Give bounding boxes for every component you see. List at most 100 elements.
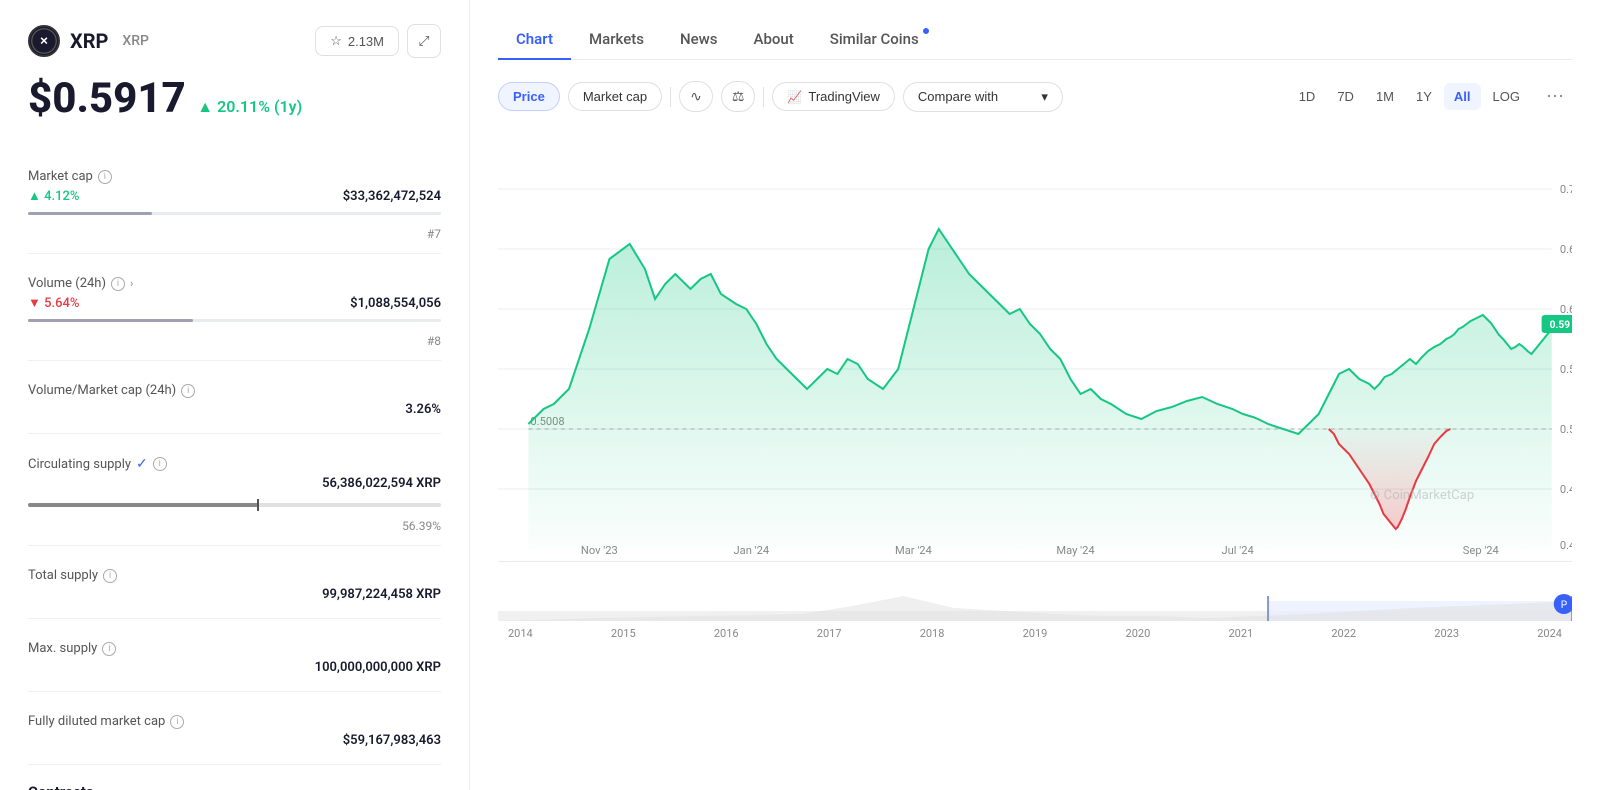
tab-news[interactable]: News: [662, 20, 736, 60]
time-1y[interactable]: 1Y: [1406, 83, 1442, 110]
volume-label: Volume (24h): [28, 276, 106, 291]
svg-text:Sep '24: Sep '24: [1463, 544, 1499, 557]
line-chart-button[interactable]: ∿: [679, 81, 713, 112]
year-2018: 2018: [920, 627, 945, 640]
max-supply-value: 100,000,000,000 XRP: [315, 660, 441, 675]
tab-markets[interactable]: Markets: [571, 20, 662, 60]
coin-ticker: XRP: [122, 33, 149, 49]
tab-markets-label: Markets: [589, 30, 644, 48]
year-2015: 2015: [611, 627, 636, 640]
svg-text:0.59: 0.59: [1550, 320, 1571, 331]
volume-row: Volume (24h) i › ▼ 5.64% $1,088,554,056 …: [28, 254, 441, 361]
volume-value: $1,088,554,056: [350, 296, 441, 311]
watch-button[interactable]: ☆ 2.13M: [315, 26, 399, 56]
time-1m[interactable]: 1M: [1366, 83, 1404, 110]
notification-dot: [923, 28, 929, 34]
svg-text:0.55: 0.55: [1560, 363, 1572, 376]
volume-rank: #8: [28, 334, 441, 348]
share-button[interactable]: ⤢: [407, 24, 441, 58]
vol-market-cap-row: Volume/Market cap (24h) i 3.26%: [28, 361, 441, 434]
price-value: $0.5917: [28, 74, 186, 123]
star-icon: ☆: [330, 33, 342, 49]
timeline-labels: 2014 2015 2016 2017 2018 2019 2020 2021 …: [498, 625, 1572, 640]
market-cap-filter-label: Market cap: [583, 89, 647, 104]
price-filter-button[interactable]: Price: [498, 82, 560, 111]
total-supply-value: 99,987,224,458 XRP: [322, 587, 441, 602]
svg-text:0.45: 0.45: [1560, 483, 1572, 496]
time-7d[interactable]: 7D: [1327, 83, 1364, 110]
market-cap-label: Market cap: [28, 169, 93, 184]
svg-text:0.40: 0.40: [1560, 539, 1572, 552]
vol-market-cap-info[interactable]: i: [181, 384, 195, 398]
tab-news-label: News: [680, 30, 718, 48]
chart-area: 0.5008 0.70 0.65 0.60 0.55 0.50 0.45 0.4…: [498, 129, 1572, 640]
main-chart-svg: 0.5008 0.70 0.65 0.60 0.55 0.50 0.45 0.4…: [498, 129, 1572, 559]
verified-icon: ✓: [136, 456, 148, 472]
market-cap-change: ▲ 4.12%: [28, 188, 79, 204]
market-cap-info[interactable]: i: [98, 170, 112, 184]
tab-about[interactable]: About: [736, 20, 812, 60]
chart-controls: Price Market cap ∿ ⚖ 📈 TradingView Compa…: [498, 80, 1572, 113]
line-chart-icon: ∿: [690, 88, 702, 105]
circulating-supply-pct: 56.39%: [28, 519, 441, 533]
candle-chart-button[interactable]: ⚖: [721, 81, 756, 112]
fully-diluted-row: Fully diluted market cap i $59,167,983,4…: [28, 692, 441, 765]
svg-text:Jan '24: Jan '24: [734, 544, 770, 557]
svg-text:0.70: 0.70: [1560, 183, 1572, 196]
share-icon: ⤢: [419, 33, 430, 49]
time-controls: 1D 7D 1M 1Y All LOG: [1289, 83, 1530, 110]
compare-button[interactable]: Compare with ▾: [903, 82, 1063, 112]
right-panel: Chart Markets News About Similar Coins P…: [470, 0, 1600, 790]
tab-similar-coins[interactable]: Similar Coins: [812, 20, 937, 60]
time-log[interactable]: LOG: [1483, 83, 1530, 110]
market-cap-filter-button[interactable]: Market cap: [568, 82, 662, 111]
stats-section: Market cap i ▲ 4.12% $33,362,472,524 #7 …: [28, 147, 441, 765]
total-supply-row: Total supply i 99,987,224,458 XRP: [28, 546, 441, 619]
circulating-supply-label: Circulating supply: [28, 457, 131, 472]
tab-chart[interactable]: Chart: [498, 20, 571, 60]
total-supply-info[interactable]: i: [103, 569, 117, 583]
svg-text:P: P: [1561, 600, 1567, 611]
volume-expand[interactable]: ›: [130, 277, 133, 290]
year-2014: 2014: [508, 627, 533, 640]
time-all[interactable]: All: [1444, 83, 1481, 110]
chart-more-button[interactable]: ⋯: [1538, 80, 1572, 113]
watch-count: 2.13M: [348, 34, 384, 49]
mini-chart-svg: P: [498, 566, 1572, 621]
divider-2: [763, 87, 764, 107]
fully-diluted-info[interactable]: i: [170, 715, 184, 729]
mini-chart: P 2014 2015 2016 2017 2018 2019 2020 202…: [498, 561, 1572, 640]
year-2024: 2024: [1537, 627, 1562, 640]
year-2019: 2019: [1023, 627, 1048, 640]
year-2016: 2016: [714, 627, 739, 640]
main-tabs: Chart Markets News About Similar Coins: [498, 20, 1572, 60]
vol-market-cap-label: Volume/Market cap (24h): [28, 383, 176, 398]
svg-text:Mar '24: Mar '24: [895, 544, 932, 557]
circulating-supply-info[interactable]: i: [153, 457, 167, 471]
fully-diluted-value: $59,167,983,463: [343, 733, 441, 748]
trading-view-button[interactable]: 📈 TradingView: [772, 82, 895, 111]
coin-actions: ☆ 2.13M ⤢: [315, 24, 441, 58]
svg-text:0.65: 0.65: [1560, 243, 1572, 256]
svg-text:May '24: May '24: [1056, 544, 1094, 557]
svg-text:✕: ✕: [40, 35, 49, 48]
tv-icon: 📈: [787, 90, 802, 104]
candle-chart-icon: ⚖: [732, 88, 745, 105]
svg-text:Nov '23: Nov '23: [581, 544, 618, 557]
contracts-section: Contracts B BNB Smart Chain (BEP20): 0x1…: [28, 783, 441, 790]
volume-info[interactable]: i: [111, 277, 125, 291]
price-change: ▲ 20.11% (1y): [197, 97, 302, 116]
coin-name: XRP: [70, 29, 108, 53]
year-2021: 2021: [1228, 627, 1253, 640]
time-1d[interactable]: 1D: [1289, 83, 1326, 110]
trading-view-label: TradingView: [808, 89, 880, 104]
year-2017: 2017: [817, 627, 842, 640]
max-supply-info[interactable]: i: [102, 642, 116, 656]
coin-logo: ✕: [28, 25, 60, 57]
year-2023: 2023: [1434, 627, 1459, 640]
svg-text:Jul '24: Jul '24: [1222, 544, 1254, 557]
divider-1: [670, 87, 671, 107]
compare-label: Compare with: [918, 89, 998, 104]
max-supply-label: Max. supply: [28, 641, 97, 656]
chevron-down-icon: ▾: [1041, 89, 1048, 105]
